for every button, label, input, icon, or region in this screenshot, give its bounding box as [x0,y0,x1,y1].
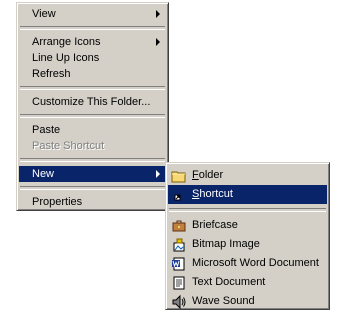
briefcase-icon [172,220,186,232]
new-submenu: Folder Shortcut Briefcase Bitmap Image M [165,162,330,310]
menu-separator [20,186,165,190]
submenu-item-shortcut[interactable]: Shortcut [168,185,327,204]
word-document-icon [172,257,185,271]
folder-icon [171,171,186,183]
submenu-arrow-icon [156,170,160,178]
menu-item-label: Properties [32,196,83,208]
menu-separator [169,208,326,212]
menu-item-arrange-icons[interactable]: Arrange Icons [19,34,166,50]
menu-separator [20,114,165,118]
menu-separator [20,26,165,30]
menu-item-properties[interactable]: Properties [19,194,166,210]
menu-item-label: Refresh [32,68,71,80]
menu-item-line-up-icons[interactable]: Line Up Icons [19,50,166,66]
submenu-item-bitmap-image[interactable]: Bitmap Image [168,235,327,254]
menu-item-label: Bitmap Image [192,238,260,250]
shortcut-icon [174,194,181,201]
submenu-item-briefcase[interactable]: Briefcase [168,216,327,235]
menu-item-customize-folder[interactable]: Customize This Folder... [19,94,166,110]
menu-item-label: Wave Sound [192,295,255,307]
submenu-item-text-document[interactable]: Text Document [168,273,327,292]
menu-item-label: New [32,168,55,180]
menu-item-label: Customize This Folder... [32,96,151,108]
submenu-arrow-icon [156,38,160,46]
submenu-item-word-document[interactable]: Microsoft Word Document [168,254,327,273]
bitmap-image-icon [173,238,185,252]
wave-sound-icon [172,294,186,310]
menu-item-label: Line Up Icons [32,52,100,64]
menu-item-label: Briefcase [192,219,238,231]
text-document-icon [173,276,185,290]
submenu-item-folder[interactable]: Folder [168,166,327,185]
menu-separator [20,158,165,162]
submenu-arrow-icon [156,10,160,18]
menu-separator [20,86,165,90]
menu-item-view[interactable]: View [19,6,166,22]
menu-item-paste-shortcut: Paste Shortcut [19,138,166,154]
menu-item-paste[interactable]: Paste [19,122,166,138]
menu-item-label: Folder [192,169,224,181]
submenu-item-wave-sound[interactable]: Wave Sound [168,292,327,311]
menu-item-label: View [32,8,56,20]
menu-item-label: Arrange Icons [32,36,101,48]
menu-item-new[interactable]: New [19,166,166,182]
menu-item-label: Microsoft Word Document [192,257,319,269]
context-menu: View Arrange Icons Line Up Icons Refresh… [16,2,169,211]
menu-item-refresh[interactable]: Refresh [19,66,166,82]
menu-item-label: Shortcut [192,188,233,200]
menu-item-label: Paste Shortcut [32,140,105,152]
menu-item-label: Text Document [192,276,266,288]
menu-item-label: Paste [32,124,61,136]
